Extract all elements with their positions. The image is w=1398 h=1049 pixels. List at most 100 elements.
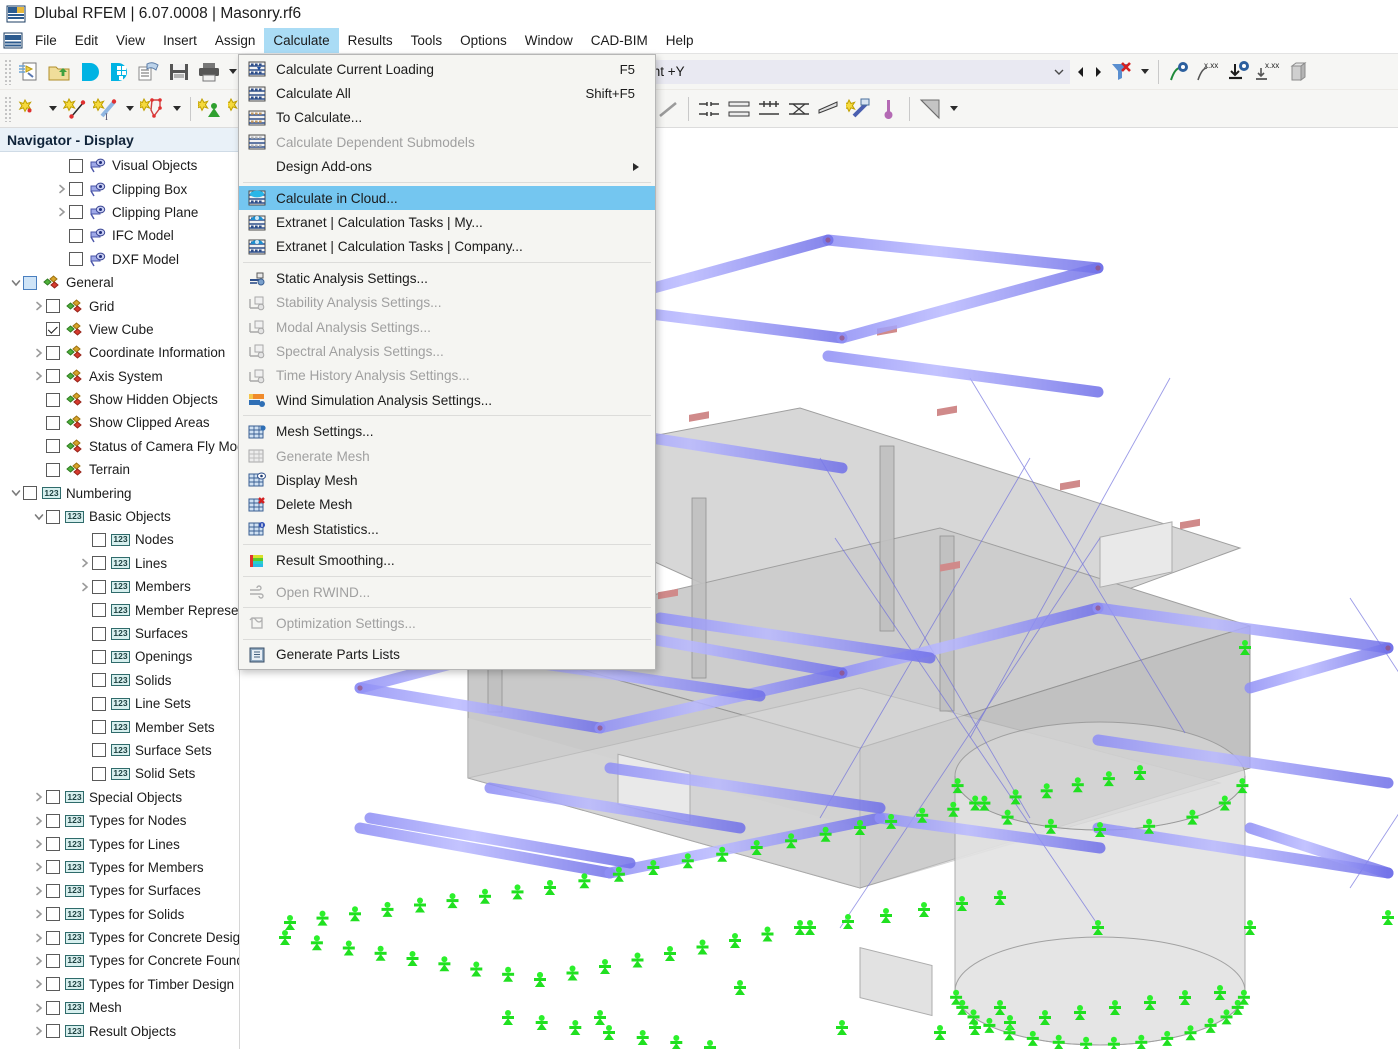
nav-item-solid-sets[interactable]: 123 Solid Sets <box>0 762 239 785</box>
chevron-right-icon[interactable] <box>31 792 46 802</box>
menu-options[interactable]: Options <box>451 28 516 53</box>
menu-file[interactable]: File <box>26 28 66 53</box>
menu-item-delete-mesh[interactable]: Delete Mesh <box>239 493 655 517</box>
view-render-mode-icon[interactable] <box>915 94 945 124</box>
nav-item-solids[interactable]: 123 Solids <box>0 669 239 692</box>
nav-item-openings[interactable]: 123 Openings <box>0 645 239 668</box>
nav-item-checkbox[interactable] <box>23 275 37 290</box>
nav-item-types-for-concrete-foundation-design[interactable]: 123 Types for Concrete Foundation Design <box>0 949 239 972</box>
nav-item-checkbox[interactable] <box>46 369 60 384</box>
nav-item-checkbox[interactable] <box>46 883 60 898</box>
nav-item-mesh[interactable]: 123 Mesh <box>0 996 239 1019</box>
nav-item-members[interactable]: 123 Members <box>0 575 239 598</box>
chevron-right-icon[interactable] <box>31 956 46 966</box>
nav-item-member-sets[interactable]: 123 Member Sets <box>0 715 239 738</box>
nav-item-checkbox[interactable] <box>46 837 60 852</box>
new-node-icon[interactable] <box>14 94 44 124</box>
menu-assign[interactable]: Assign <box>206 28 265 53</box>
menu-item-mesh-settings[interactable]: Mesh Settings... <box>239 419 655 443</box>
toolbar-grip[interactable] <box>4 95 12 122</box>
menu-item-extranet-calculation-tasks-company[interactable]: Extranet | Calculation Tasks | Company..… <box>239 235 655 259</box>
nav-item-checkbox[interactable] <box>92 743 106 758</box>
chevron-right-icon[interactable] <box>31 816 46 826</box>
nav-item-axis-system[interactable]: Axis System <box>0 365 239 388</box>
menu-item-wind-simulation-analysis-settings[interactable]: Wind Simulation Analysis Settings... <box>239 388 655 412</box>
show-deformation-icon[interactable] <box>1164 57 1194 87</box>
nav-item-ifc-model[interactable]: IFC Model <box>0 224 239 247</box>
menu-window[interactable]: Window <box>516 28 582 53</box>
nav-item-checkbox[interactable] <box>46 930 60 945</box>
nav-item-grid[interactable]: Grid <box>0 294 239 317</box>
member-result-line-icon[interactable] <box>653 94 683 124</box>
nav-item-show-clipped-areas[interactable]: Show Clipped Areas <box>0 411 239 434</box>
nav-item-basic-objects[interactable]: 123 Basic Objects <box>0 505 239 528</box>
nav-item-types-for-surfaces[interactable]: 123 Types for Surfaces <box>0 879 239 902</box>
chevron-down-icon[interactable] <box>31 512 46 522</box>
menu-calculate[interactable]: Calculate <box>264 28 339 53</box>
nav-item-show-hidden-objects[interactable]: Show Hidden Objects <box>0 388 239 411</box>
menu-help[interactable]: Help <box>657 28 703 53</box>
menu-results[interactable]: Results <box>339 28 402 53</box>
nav-item-checkbox[interactable] <box>46 1000 60 1015</box>
print-icon[interactable] <box>194 57 224 87</box>
chevron-down-icon[interactable] <box>168 94 185 124</box>
nav-item-view-cube[interactable]: View Cube <box>0 318 239 341</box>
chevron-down-icon[interactable] <box>1136 57 1153 87</box>
nav-item-surface-sets[interactable]: 123 Surface Sets <box>0 739 239 762</box>
member-eccentricity-icon[interactable] <box>724 94 754 124</box>
menu-item-static-analysis-settings[interactable]: Static Analysis Settings... <box>239 266 655 290</box>
new-member-icon[interactable]: I <box>91 94 121 124</box>
nav-item-checkbox[interactable] <box>46 322 60 337</box>
nav-item-nodes[interactable]: 123 Nodes <box>0 528 239 551</box>
member-hinge-icon[interactable] <box>694 94 724 124</box>
new-model-icon[interactable] <box>14 57 44 87</box>
menu-cad-bim[interactable]: CAD-BIM <box>582 28 657 53</box>
nav-item-lines[interactable]: 123 Lines <box>0 552 239 575</box>
clear-filter-icon[interactable] <box>1106 57 1136 87</box>
nav-item-checkbox[interactable] <box>46 1024 60 1039</box>
nav-item-checkbox[interactable] <box>46 345 60 360</box>
nav-item-checkbox[interactable] <box>69 182 83 197</box>
menu-item-to-calculate[interactable]: To Calculate... <box>239 106 655 130</box>
next-load-case-button[interactable] <box>1089 60 1106 84</box>
menu-item-generate-parts-lists[interactable]: Generate Parts Lists <box>239 643 655 667</box>
member-division-icon[interactable] <box>754 94 784 124</box>
chevron-down-icon[interactable] <box>8 278 23 288</box>
previous-load-case-button[interactable] <box>1072 60 1089 84</box>
chevron-right-icon[interactable] <box>31 933 46 943</box>
nav-item-general[interactable]: General <box>0 271 239 294</box>
menu-item-calculate-current-loading[interactable]: Calculate Current Loading F5 <box>239 57 655 81</box>
nav-item-types-for-concrete-design[interactable]: 123 Types for Concrete Design <box>0 926 239 949</box>
chevron-down-icon[interactable] <box>1049 65 1069 79</box>
nav-item-checkbox[interactable] <box>92 556 106 571</box>
nav-item-checkbox[interactable] <box>23 486 37 501</box>
nav-item-checkbox[interactable] <box>92 766 106 781</box>
nav-item-types-for-members[interactable]: 123 Types for Members <box>0 856 239 879</box>
nav-item-clipping-box[interactable]: Clipping Box <box>0 177 239 200</box>
nav-item-line-sets[interactable]: 123 Line Sets <box>0 692 239 715</box>
nav-item-types-for-solids[interactable]: 123 Types for Solids <box>0 903 239 926</box>
chevron-down-icon[interactable] <box>44 94 61 124</box>
chevron-right-icon[interactable] <box>31 1026 46 1036</box>
menu-item-calculate-in-cloud[interactable]: Calculate in Cloud... <box>239 185 655 211</box>
nav-item-clipping-plane[interactable]: Clipping Plane <box>0 201 239 224</box>
menu-item-calculate-all[interactable]: Calculate All Shift+F5 <box>239 81 655 105</box>
menu-item-design-add-ons[interactable]: Design Add-ons <box>239 155 655 179</box>
chevron-right-icon[interactable] <box>31 348 46 358</box>
chevron-right-icon[interactable] <box>31 886 46 896</box>
nav-item-coordinate-information[interactable]: Coordinate Information <box>0 341 239 364</box>
support-reaction-value-icon[interactable]: x.xx <box>1254 57 1284 87</box>
member-taper-icon[interactable] <box>814 94 844 124</box>
render-model-icon[interactable] <box>1284 57 1314 87</box>
menu-insert[interactable]: Insert <box>154 28 206 53</box>
nav-item-checkbox[interactable] <box>92 579 106 594</box>
show-support-reaction-icon[interactable] <box>1224 57 1254 87</box>
chevron-right-icon[interactable] <box>31 979 46 989</box>
nav-item-checkbox[interactable] <box>69 205 83 220</box>
chevron-right-icon[interactable] <box>77 558 92 568</box>
nav-item-surfaces[interactable]: 123 Surfaces <box>0 622 239 645</box>
nav-item-checkbox[interactable] <box>92 696 106 711</box>
new-line-icon[interactable] <box>61 94 91 124</box>
nav-item-checkbox[interactable] <box>46 415 60 430</box>
nav-item-types-for-timber-design[interactable]: 123 Types for Timber Design <box>0 973 239 996</box>
